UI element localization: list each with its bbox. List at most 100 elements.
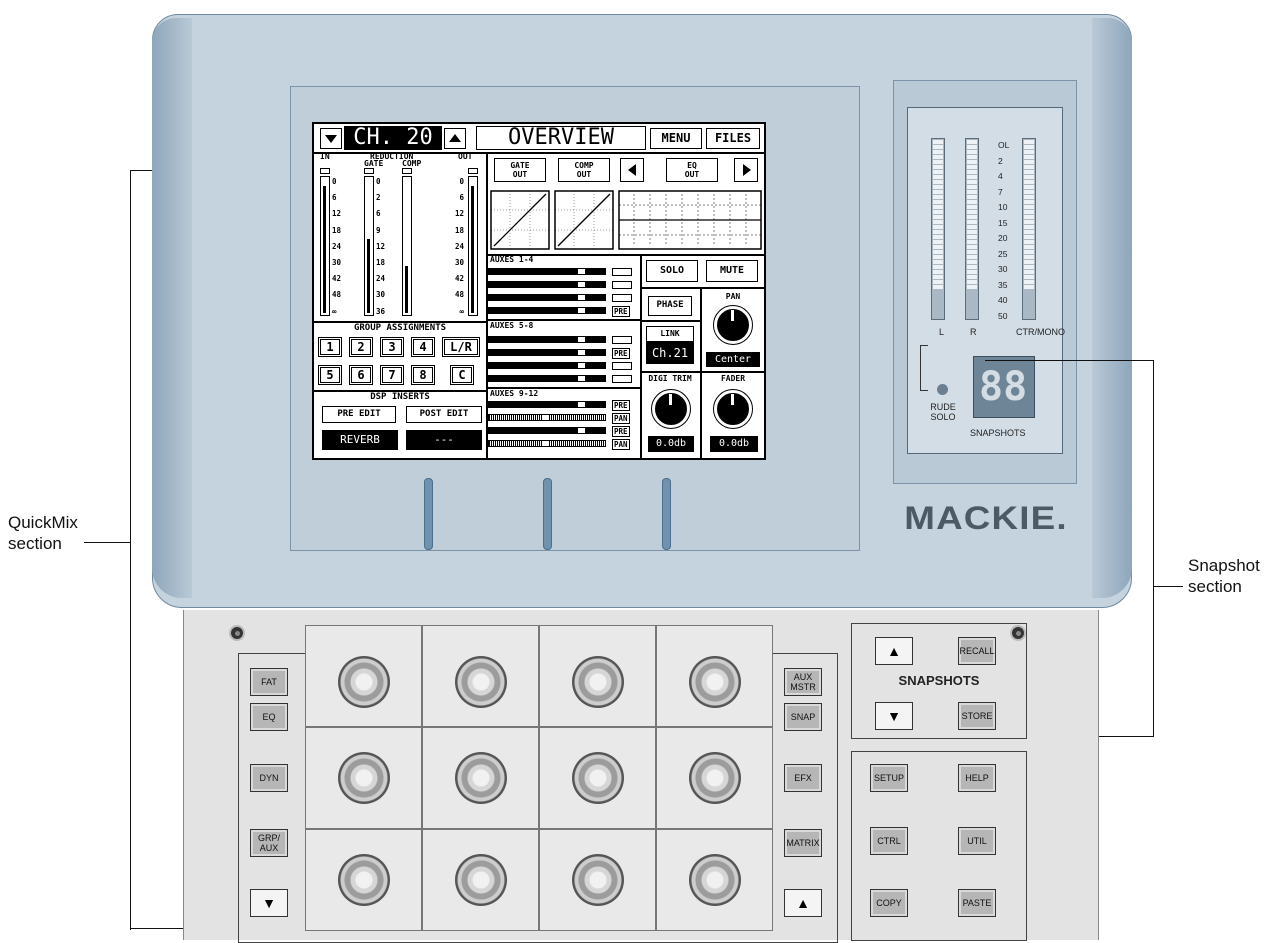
housing-left-edge [152, 18, 192, 598]
group-button-3[interactable]: 3 [380, 337, 404, 357]
pre-edit-button[interactable]: PRE EDIT [322, 406, 396, 423]
snap-button[interactable]: SNAP [784, 703, 822, 731]
solo-button[interactable]: SOLO [646, 260, 698, 282]
aux-send-bar[interactable] [488, 281, 606, 288]
meter-segment [967, 245, 977, 249]
link-value[interactable]: Ch.21 [646, 342, 694, 364]
eq-out-button[interactable]: EQ OUT [666, 158, 718, 182]
mute-button[interactable]: MUTE [706, 260, 758, 282]
store-button[interactable]: STORE [958, 702, 996, 730]
group-button-1[interactable]: 1 [318, 337, 342, 357]
aux-send-bar[interactable] [488, 401, 606, 408]
phase-button[interactable]: PHASE [648, 296, 692, 316]
aux-send-bar[interactable] [488, 362, 606, 369]
meter-segment [933, 220, 943, 224]
channel-up-button[interactable] [444, 128, 466, 149]
triangle-down-icon [325, 135, 337, 143]
aux-send-bar[interactable] [488, 294, 606, 301]
digi-trim-knob[interactable] [651, 389, 691, 429]
meter-left [931, 138, 945, 320]
encoder-knob[interactable] [338, 656, 390, 708]
recall-button[interactable]: RECALL [958, 637, 996, 665]
matrix-button[interactable]: MATRIX [784, 829, 822, 857]
snapshot-up-button[interactable]: ▲ [875, 637, 913, 665]
menu-button[interactable]: MENU [650, 128, 702, 149]
comp-curve-graph [554, 190, 614, 250]
meter-segment [1024, 245, 1034, 249]
fader-knob[interactable] [713, 389, 753, 429]
meter-segment [967, 235, 977, 239]
grp-aux-button[interactable]: GRP/AUX [250, 829, 288, 857]
encoder-knob[interactable] [572, 752, 624, 804]
encoder-knob[interactable] [572, 854, 624, 906]
encoder-knob[interactable] [338, 854, 390, 906]
copy-button[interactable]: COPY [870, 889, 908, 917]
aux-mode-tag: PAN [612, 439, 630, 450]
meter-segment [1024, 205, 1034, 209]
channel-down-button[interactable] [320, 128, 342, 149]
help-button[interactable]: HELP [958, 764, 996, 792]
fat-button[interactable]: FAT [250, 668, 288, 696]
aux-send-bar[interactable] [488, 375, 606, 382]
screw-icon [229, 625, 245, 641]
page-up-button[interactable]: ▲ [784, 889, 822, 917]
meter-scale-label: 18 [454, 225, 464, 235]
pan-knob[interactable] [713, 305, 753, 345]
meter-scale-tick: 4 [998, 171, 1003, 181]
encoder-knob[interactable] [689, 752, 741, 804]
encoder-knob[interactable] [689, 854, 741, 906]
aux-send-bar[interactable] [488, 336, 606, 343]
aux-send-bar[interactable] [488, 414, 606, 421]
eq-curve-graph [618, 190, 762, 250]
encoder-knob[interactable] [455, 854, 507, 906]
quickmix-label-line2: section [8, 534, 62, 553]
aux-send-bar[interactable] [488, 349, 606, 356]
gate-out-button[interactable]: GATE OUT [494, 158, 546, 182]
aux-send-bar[interactable] [488, 307, 606, 314]
meter-segment [933, 170, 943, 174]
meter-segment [933, 210, 943, 214]
meter-cap [468, 168, 478, 174]
setup-button[interactable]: SETUP [870, 764, 908, 792]
encoder-knob[interactable] [338, 752, 390, 804]
group-button-4[interactable]: 4 [411, 337, 435, 357]
group-button-L/R[interactable]: L/R [442, 337, 480, 357]
aux-master-button[interactable]: AUX MSTR [784, 668, 822, 696]
page-down-button[interactable]: ▼ [250, 889, 288, 917]
dyn-button[interactable]: DYN [250, 764, 288, 792]
group-button-C[interactable]: C [450, 365, 474, 385]
encoder-knob[interactable] [572, 656, 624, 708]
snapshot-down-button[interactable]: ▼ [875, 702, 913, 730]
meter-scale-label: 48 [454, 290, 464, 300]
meter-segment [1024, 200, 1034, 204]
meter-segment [967, 285, 977, 289]
files-button[interactable]: FILES [706, 128, 760, 149]
rude-solo-label-1: RUDE [930, 402, 956, 412]
post-edit-button[interactable]: POST EDIT [406, 406, 482, 423]
meter-segment [967, 230, 977, 234]
aux-send-bar[interactable] [488, 440, 606, 447]
efx-button[interactable]: EFX [784, 764, 822, 792]
eq-prev-button[interactable] [620, 158, 644, 182]
meter-scale-tick: OL [998, 140, 1010, 150]
aux-level-marker [577, 350, 585, 355]
paste-button[interactable]: PASTE [958, 889, 996, 917]
group-button-6[interactable]: 6 [349, 365, 373, 385]
meter-segment [1024, 265, 1034, 269]
group-button-2[interactable]: 2 [349, 337, 373, 357]
eq-button[interactable]: EQ [250, 703, 288, 731]
encoder-knob[interactable] [689, 656, 741, 708]
meter-segment [933, 215, 943, 219]
util-button[interactable]: UTIL [958, 827, 996, 855]
ctrl-button[interactable]: CTRL [870, 827, 908, 855]
group-button-8[interactable]: 8 [411, 365, 435, 385]
encoder-knob[interactable] [455, 656, 507, 708]
aux-send-bar[interactable] [488, 427, 606, 434]
eq-next-button[interactable] [734, 158, 758, 182]
comp-out-button[interactable]: COMP OUT [558, 158, 610, 182]
meter-segment [933, 235, 943, 239]
encoder-knob[interactable] [455, 752, 507, 804]
group-button-5[interactable]: 5 [318, 365, 342, 385]
aux-send-bar[interactable] [488, 268, 606, 275]
group-button-7[interactable]: 7 [380, 365, 404, 385]
